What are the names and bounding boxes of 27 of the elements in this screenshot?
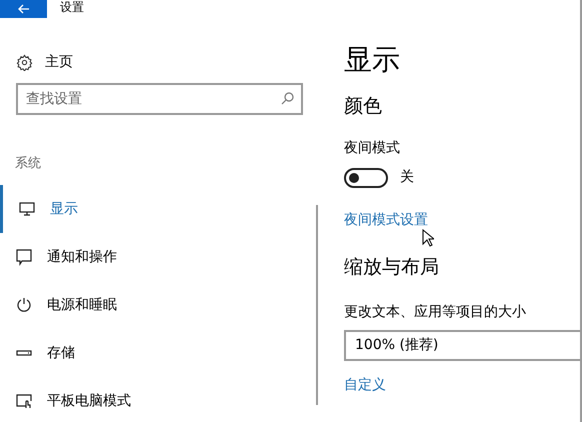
search-icon	[281, 92, 294, 105]
custom-link[interactable]: 自定义	[344, 375, 386, 396]
night-settings-link[interactable]: 夜间模式设置	[344, 210, 428, 231]
toggle-switch[interactable]	[344, 168, 388, 188]
tablet-icon	[15, 392, 33, 410]
monitor-icon	[18, 200, 36, 218]
nav-item[interactable]: 电源和睡眠	[0, 281, 316, 329]
scale-dropdown[interactable]: 100% (推荐)	[344, 330, 580, 361]
back-arrow-icon	[18, 4, 30, 14]
nav-item[interactable]: 通知和操作	[0, 233, 316, 281]
home-link[interactable]: 主页	[16, 52, 316, 72]
message-icon	[15, 248, 33, 266]
section-label: 系统	[15, 155, 42, 172]
page-title: 显示	[344, 42, 400, 78]
section-heading: 颜色	[344, 94, 382, 118]
setting-label: 夜间模式	[344, 139, 400, 157]
window-title: 设置	[60, 0, 84, 14]
toggle-state: 关	[400, 168, 414, 187]
back-button[interactable]	[0, 0, 47, 18]
settings-icon	[16, 54, 33, 70]
search-field[interactable]: 查找设置	[16, 83, 303, 115]
power-icon	[15, 296, 33, 314]
cursor-icon	[422, 229, 434, 247]
setting-label: 更改文本、应用等项目的大小	[344, 303, 526, 321]
section-heading: 缩放与布局	[344, 255, 439, 280]
nav-item[interactable]: 存储	[0, 329, 316, 377]
nav-item[interactable]: 平板电脑模式	[0, 377, 316, 422]
